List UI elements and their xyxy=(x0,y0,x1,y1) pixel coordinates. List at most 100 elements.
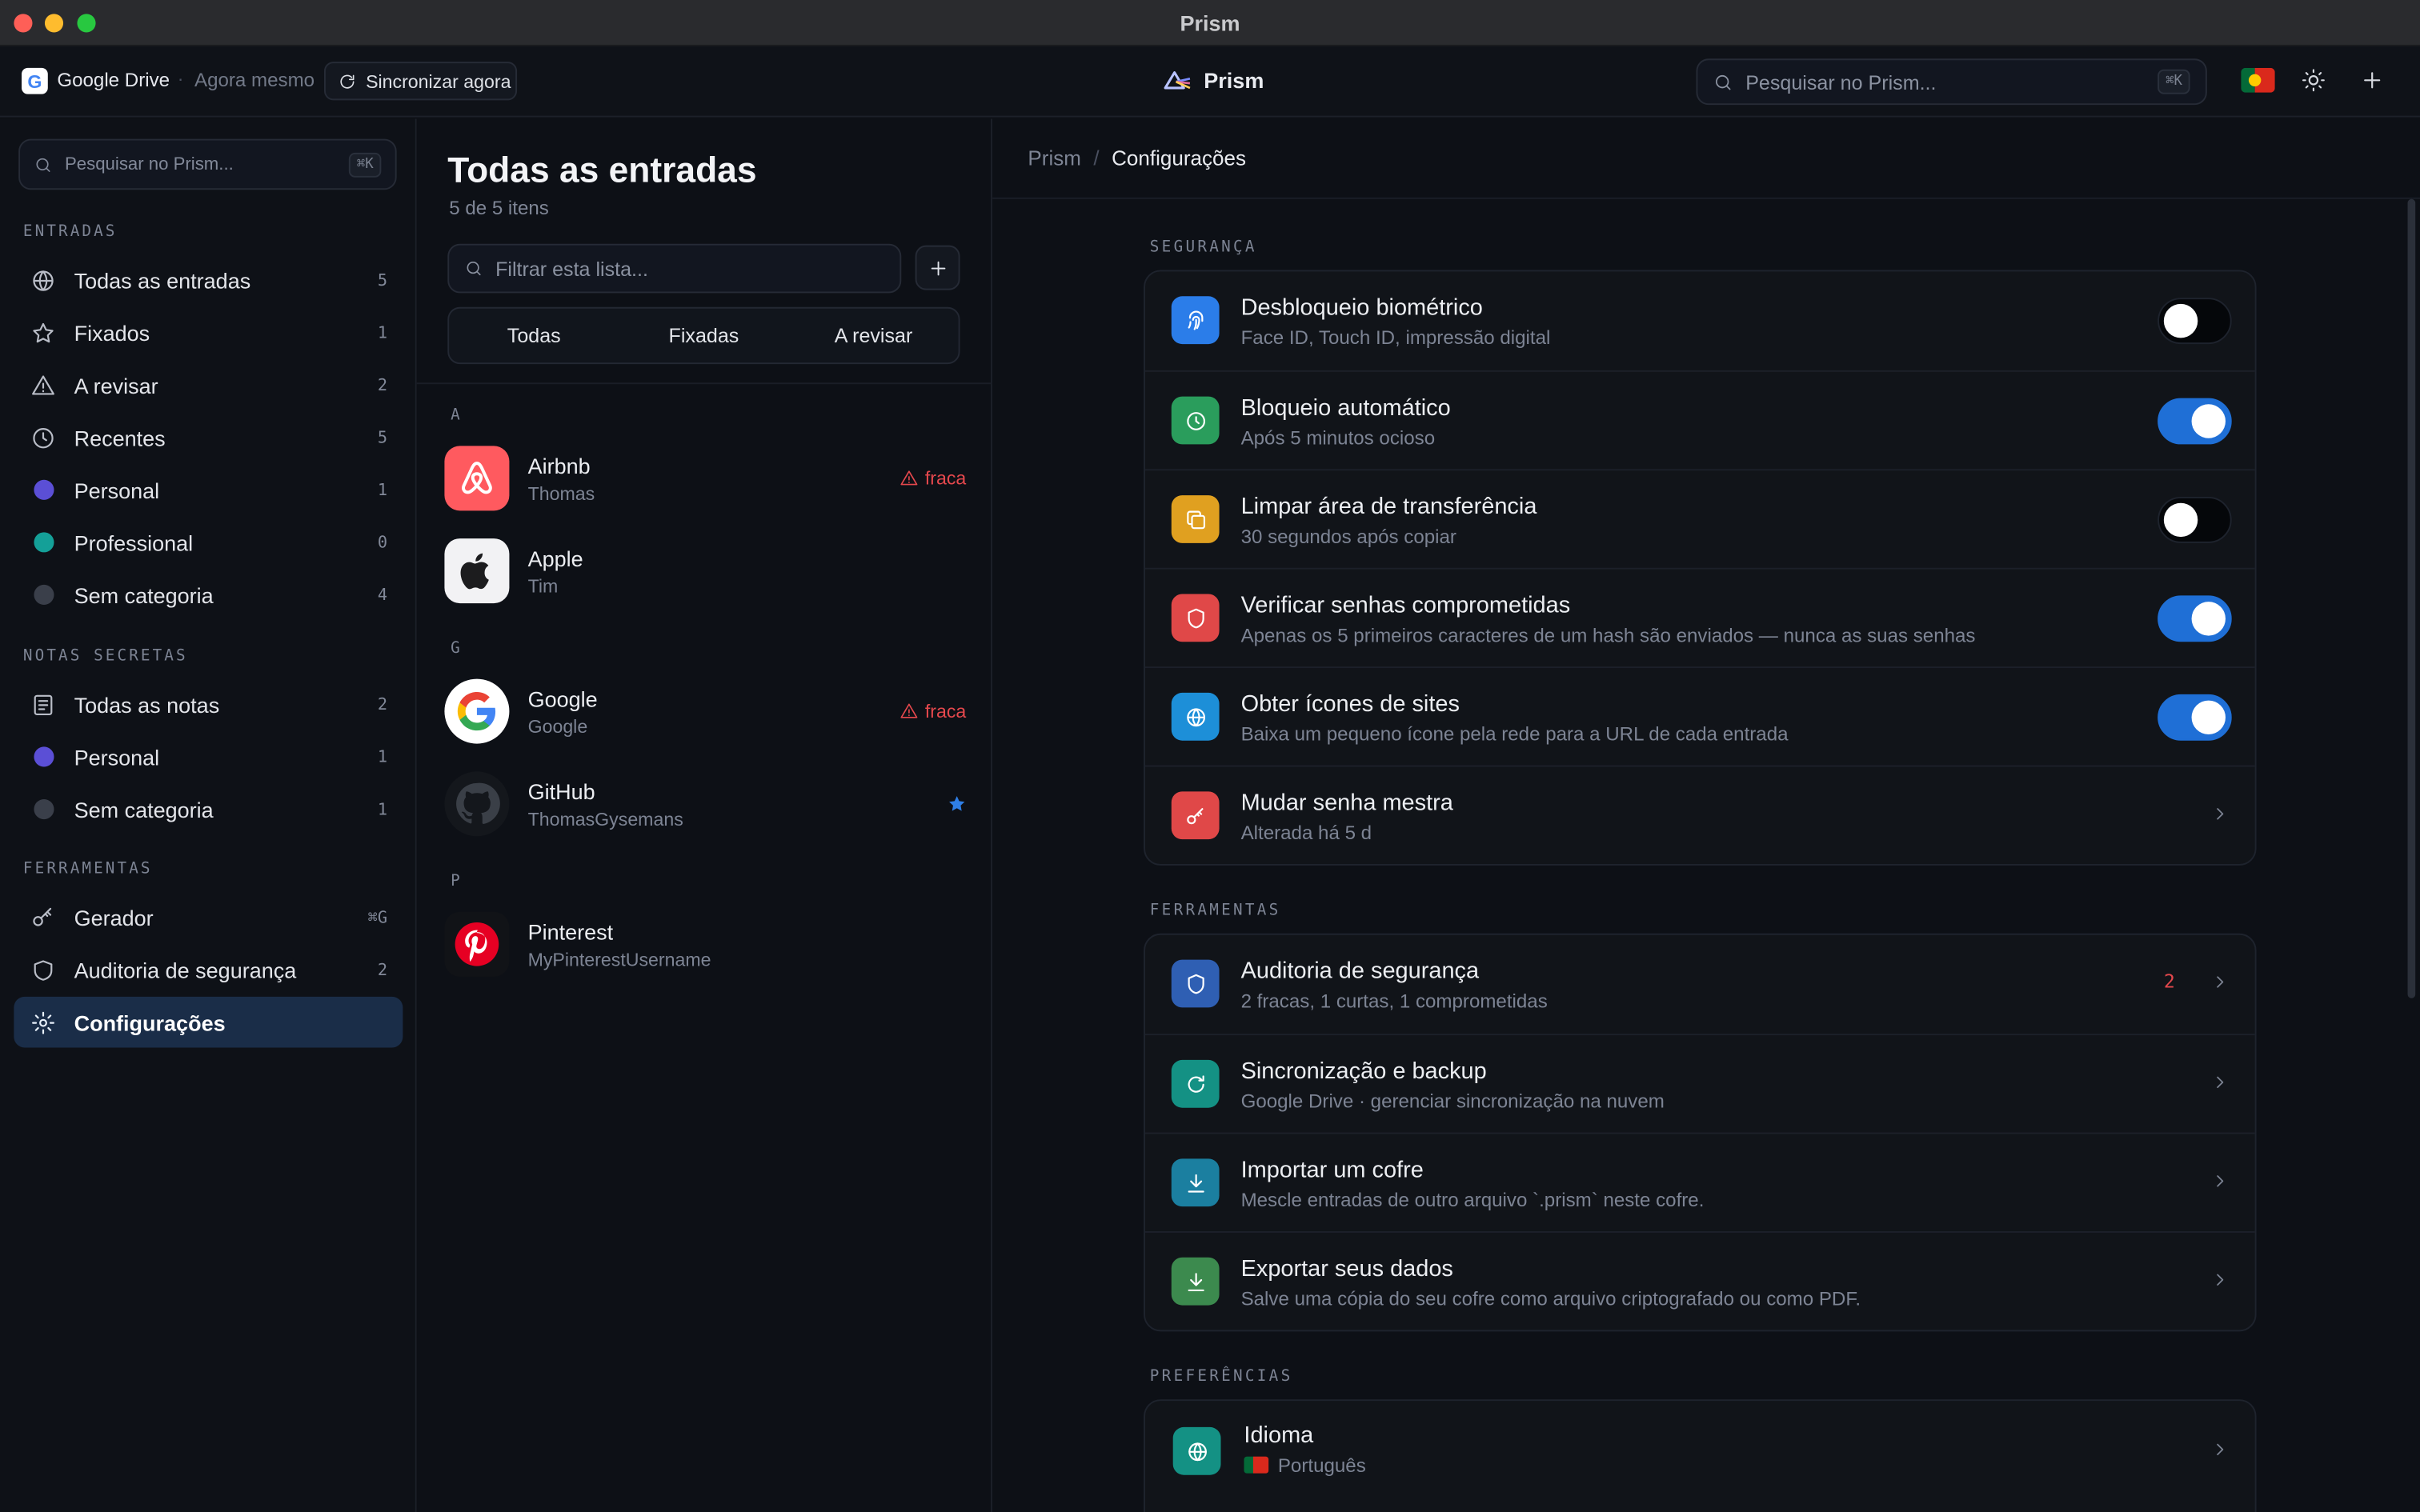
sidebar-item-count: 5 xyxy=(377,428,388,447)
language-value: Português xyxy=(1244,1454,1366,1477)
sidebar-item-pinned[interactable]: Fixados 1 xyxy=(14,307,403,358)
tab-all[interactable]: Todas xyxy=(449,309,619,362)
breadcrumb-root[interactable]: Prism xyxy=(1028,146,1081,170)
sidebar-item-personal[interactable]: Personal 1 xyxy=(14,464,403,515)
sidebar-item-uncategorized[interactable]: Sem categoria 4 xyxy=(14,570,403,621)
list-item[interactable]: Airbnb Thomas fraca xyxy=(444,438,966,518)
airbnb-logo-icon xyxy=(444,446,510,511)
sidebar-item-generator[interactable]: Gerador ⌘G xyxy=(14,892,403,943)
list-filter[interactable] xyxy=(447,243,902,294)
entry-list-pane: Todas as entradas 5 de 5 itens Todas Fix… xyxy=(416,118,993,1512)
sidebar-item-notes-uncategorized[interactable]: Sem categoria 1 xyxy=(14,784,403,835)
sidebar-item-count: 2 xyxy=(377,960,388,979)
entry-name: Google xyxy=(527,686,598,711)
sidebar-search-input[interactable] xyxy=(64,154,337,174)
sidebar-search[interactable]: ⌘K xyxy=(18,138,397,190)
fetch-icons-toggle[interactable] xyxy=(2158,694,2232,741)
setting-clear-clipboard[interactable]: Limpar área de transferência 30 segundos… xyxy=(1144,469,2255,567)
setting-title: Desbloqueio biométrico xyxy=(1240,294,1483,322)
title-bar: Prism xyxy=(0,0,2420,46)
shield-icon xyxy=(1171,959,1220,1008)
settings-group-tools-label: FERRAMENTAS xyxy=(1149,902,1281,920)
add-entry-button[interactable] xyxy=(915,245,960,290)
biometric-unlock-toggle[interactable] xyxy=(2158,298,2232,345)
setting-subtitle: 2 fracas, 1 curtas, 1 comprometidas xyxy=(1240,990,1548,1013)
sidebar-item-security-audit[interactable]: Auditoria de segurança 2 xyxy=(14,944,403,995)
setting-language[interactable]: Idioma Português xyxy=(1145,1401,2255,1499)
entry-name: Apple xyxy=(527,545,583,570)
scrollbar[interactable] xyxy=(2407,198,2416,998)
list-filter-input[interactable] xyxy=(495,257,885,281)
setting-security-audit[interactable]: Auditoria de segurança 2 fracas, 1 curta… xyxy=(1145,935,2255,1034)
shield-icon xyxy=(31,958,56,982)
sync-provider-name: Google Drive xyxy=(57,69,170,91)
list-title: Todas as entradas xyxy=(447,150,757,190)
chevron-right-icon xyxy=(2210,804,2230,824)
globe-icon xyxy=(1171,692,1220,741)
sync-now-label: Sincronizar agora xyxy=(366,70,511,92)
tab-pinned[interactable]: Fixadas xyxy=(619,309,788,362)
entry-username: Thomas xyxy=(527,482,595,504)
sidebar-item-count: 1 xyxy=(377,799,388,819)
weak-label: fraca xyxy=(924,467,967,490)
settings-card-preferences: Idioma Português xyxy=(1144,1399,2257,1512)
language-flag-button[interactable] xyxy=(2241,67,2275,93)
entry-username: Tim xyxy=(527,574,559,597)
sync-now-button[interactable]: Sincronizar agora xyxy=(323,62,518,101)
clear-clipboard-toggle[interactable] xyxy=(2158,496,2232,543)
sidebar-item-all-entries[interactable]: Todas as entradas 5 xyxy=(14,254,403,306)
list-filter-tabs: Todas Fixadas A revisar xyxy=(447,306,960,365)
weak-label: fraca xyxy=(924,700,967,722)
sidebar-item-professional[interactable]: Professional 0 xyxy=(14,517,403,568)
list-item[interactable]: Google Google fraca xyxy=(444,671,966,751)
sidebar-item-all-notes[interactable]: Todas as notas 2 xyxy=(14,679,403,730)
key-icon xyxy=(31,905,56,930)
warning-icon xyxy=(31,373,56,398)
setting-export-data[interactable]: Exportar seus dados Salve uma cópia do s… xyxy=(1144,1230,2255,1330)
sidebar-item-label: Professional xyxy=(74,530,194,555)
list-item[interactable]: Pinterest MyPinterestUsername xyxy=(444,904,966,984)
sidebar-item-notes-personal[interactable]: Personal 1 xyxy=(14,731,403,782)
setting-sync-backup[interactable]: Sincronização e backup Google Drive · ge… xyxy=(1144,1034,2255,1132)
language-label: Português xyxy=(1277,1454,1366,1477)
setting-check-breached[interactable]: Verificar senhas comprometidas Apenas os… xyxy=(1144,567,2255,666)
search-shortcut: ⌘K xyxy=(2158,69,2190,94)
weak-password-badge: fraca xyxy=(900,467,966,489)
list-item[interactable]: GitHub ThomasGysemans xyxy=(444,764,966,844)
setting-fetch-icons[interactable]: Obter ícones de sites Baixa um pequeno í… xyxy=(1144,666,2255,765)
setting-biometric-unlock[interactable]: Desbloqueio biométrico Face ID, Touch ID… xyxy=(1145,271,2255,370)
theme-toggle-button[interactable] xyxy=(2301,68,2326,93)
clock-icon xyxy=(31,425,56,450)
sidebar-item-to-review[interactable]: A revisar 2 xyxy=(14,359,403,410)
last-sync-time: Agora mesmo xyxy=(194,69,315,91)
global-search[interactable]: ⌘K xyxy=(1696,58,2207,106)
auto-lock-toggle[interactable] xyxy=(2158,398,2232,445)
settings-group-preferences-label: PREFERÊNCIAS xyxy=(1149,1368,1293,1386)
window-title: Prism xyxy=(1180,10,1240,36)
setting-change-master-password[interactable]: Mudar senha mestra Alterada há 5 d xyxy=(1144,765,2255,864)
setting-title: Bloqueio automático xyxy=(1240,394,1451,422)
check-breached-toggle[interactable] xyxy=(2158,595,2232,642)
category-dot xyxy=(33,479,54,500)
sidebar-item-label: Sem categoria xyxy=(74,797,214,822)
sidebar-item-settings[interactable]: Configurações xyxy=(14,996,403,1048)
new-entry-button[interactable] xyxy=(2360,68,2385,93)
setting-import-vault[interactable]: Importar um cofre Mescle entradas de out… xyxy=(1144,1132,2255,1231)
setting-title: Mudar senha mestra xyxy=(1240,790,1453,817)
sidebar-item-recent[interactable]: Recentes 5 xyxy=(14,412,403,463)
list-item[interactable]: Apple Tim xyxy=(444,530,966,610)
chevron-right-icon xyxy=(2210,1072,2230,1092)
setting-auto-lock[interactable]: Bloqueio automático Após 5 minutos ocios… xyxy=(1144,370,2255,469)
clock-icon xyxy=(1171,396,1220,445)
download-icon xyxy=(1171,1257,1220,1306)
tab-to-review[interactable]: A revisar xyxy=(788,309,958,362)
google-logo-icon xyxy=(444,678,510,744)
search-shortcut: ⌘K xyxy=(349,151,382,177)
refresh-icon xyxy=(338,72,356,90)
sidebar-item-count: 2 xyxy=(377,694,388,714)
note-icon xyxy=(31,692,56,717)
global-search-input[interactable] xyxy=(1745,70,2146,94)
settings-card-tools: Auditoria de segurança 2 fracas, 1 curta… xyxy=(1144,933,2257,1332)
setting-title: Limpar área de transferência xyxy=(1240,494,1537,520)
setting-subtitle: Salve uma cópia do seu cofre como arquiv… xyxy=(1240,1288,1861,1310)
